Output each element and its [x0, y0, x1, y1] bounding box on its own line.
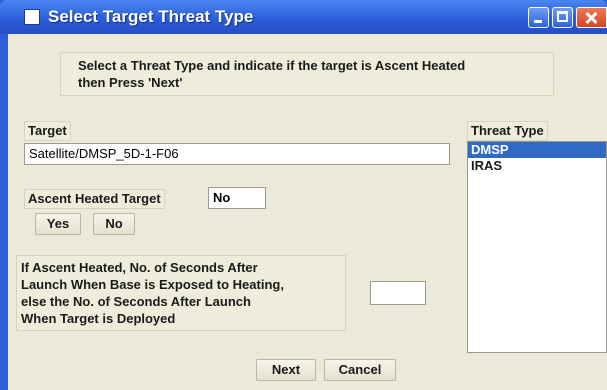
ascent-heated-label: Ascent Heated Target	[24, 189, 165, 209]
maximize-button[interactable]	[552, 7, 573, 28]
no-button[interactable]: No	[93, 213, 135, 235]
window-icon	[24, 9, 40, 25]
seconds-line-4: When Target is Deployed	[21, 311, 176, 326]
title-bar[interactable]: Select Target Threat Type	[0, 0, 607, 34]
threat-type-list[interactable]: DMSP IRAS	[467, 141, 607, 353]
seconds-line-2: Launch When Base is Exposed to Heating,	[21, 277, 284, 292]
seconds-field[interactable]	[370, 281, 426, 305]
ascent-heated-field[interactable]: No	[208, 187, 266, 209]
instructions-line-2: then Press 'Next'	[78, 75, 183, 90]
dialog-window: Select Target Threat Type Select a Threa…	[0, 0, 607, 390]
threat-type-label: Threat Type	[467, 121, 548, 141]
threat-item-iras[interactable]: IRAS	[468, 158, 606, 174]
dialog-body: Select a Threat Type and indicate if the…	[8, 34, 607, 390]
instructions-panel: Select a Threat Type and indicate if the…	[60, 52, 554, 96]
close-button[interactable]	[576, 7, 607, 28]
instructions-line-1: Select a Threat Type and indicate if the…	[78, 58, 466, 73]
minimize-button[interactable]	[528, 7, 549, 28]
yes-button[interactable]: Yes	[35, 213, 81, 235]
window-title: Select Target Threat Type	[48, 7, 254, 26]
seconds-line-3: else the No. of Seconds After Launch	[21, 294, 251, 309]
threat-item-dmsp[interactable]: DMSP	[468, 142, 606, 158]
cancel-button[interactable]: Cancel	[324, 359, 396, 381]
seconds-line-1: If Ascent Heated, No. of Seconds After	[21, 260, 258, 275]
seconds-description: If Ascent Heated, No. of Seconds After L…	[16, 255, 346, 331]
target-field[interactable]: Satellite/DMSP_5D-1-F06	[24, 143, 450, 165]
next-button[interactable]: Next	[256, 359, 316, 381]
target-label: Target	[24, 121, 71, 141]
